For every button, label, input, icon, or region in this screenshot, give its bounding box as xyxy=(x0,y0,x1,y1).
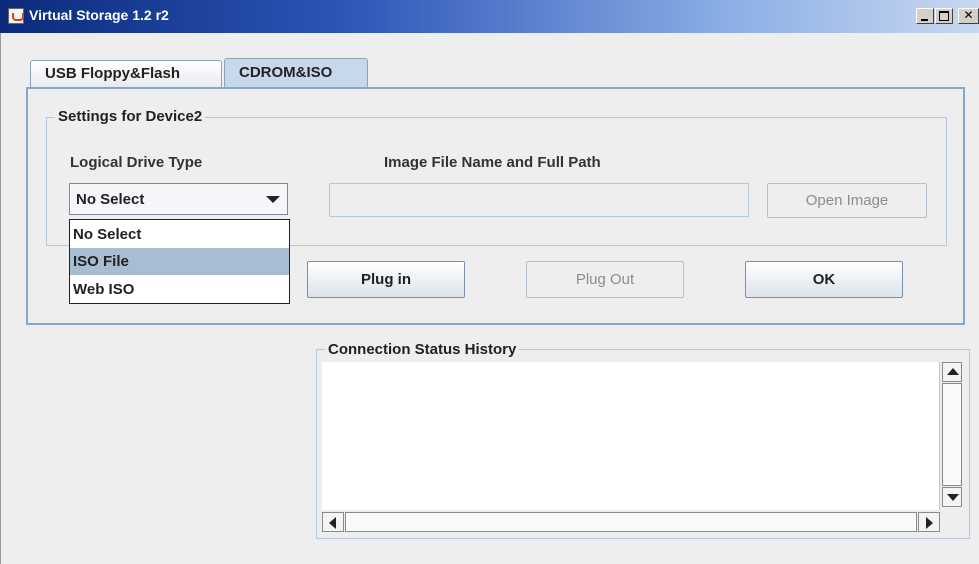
minimize-button[interactable] xyxy=(916,8,934,24)
scroll-down-button[interactable] xyxy=(942,487,962,507)
chevron-down-icon xyxy=(266,196,280,203)
tab-usb-floppy-flash[interactable]: USB Floppy&Flash xyxy=(30,60,222,88)
vertical-scroll-thumb[interactable] xyxy=(942,383,962,486)
arrow-up-icon xyxy=(947,368,959,375)
close-button[interactable]: ✕ xyxy=(958,8,979,24)
java-cup-icon xyxy=(8,8,24,24)
vertical-scrollbar[interactable] xyxy=(939,362,963,510)
tab-cdrom-iso[interactable]: CDROM&ISO xyxy=(224,58,368,88)
dropdown-option-web-iso[interactable]: Web ISO xyxy=(70,276,289,303)
connection-status-legend: Connection Status History xyxy=(325,341,520,358)
title-bar: Virtual Storage 1.2 r2 ✕ xyxy=(0,0,979,33)
arrow-down-icon xyxy=(947,494,959,501)
arrow-right-icon xyxy=(926,517,933,529)
horizontal-scrollbar[interactable] xyxy=(322,510,940,534)
window-title: Virtual Storage 1.2 r2 xyxy=(29,7,169,23)
scroll-right-button[interactable] xyxy=(918,512,940,532)
image-path-field[interactable] xyxy=(329,183,749,217)
plug-in-button[interactable]: Plug in xyxy=(307,261,465,298)
arrow-left-icon xyxy=(329,517,336,529)
settings-legend: Settings for Device2 xyxy=(55,108,206,125)
window-left-border xyxy=(0,33,1,564)
dropdown-option-iso-file[interactable]: ISO File xyxy=(70,248,289,275)
ok-button[interactable]: OK xyxy=(745,261,903,298)
scroll-left-button[interactable] xyxy=(322,512,344,532)
drive-type-label: Logical Drive Type xyxy=(70,154,203,171)
plug-out-button[interactable]: Plug Out xyxy=(526,261,684,298)
open-image-button[interactable]: Open Image xyxy=(767,183,927,218)
image-path-label: Image File Name and Full Path xyxy=(384,154,601,171)
dropdown-toggle[interactable] xyxy=(257,184,287,214)
status-history-textarea[interactable] xyxy=(322,362,939,510)
maximize-button[interactable] xyxy=(935,8,953,24)
horizontal-scroll-thumb[interactable] xyxy=(345,512,917,532)
drive-type-dropdown-list: No Select ISO File Web ISO xyxy=(69,219,290,304)
scroll-up-button[interactable] xyxy=(942,362,962,382)
drive-type-selected-value: No Select xyxy=(76,191,145,208)
dropdown-option-no-select[interactable]: No Select xyxy=(70,221,289,248)
drive-type-select[interactable]: No Select xyxy=(69,183,288,215)
